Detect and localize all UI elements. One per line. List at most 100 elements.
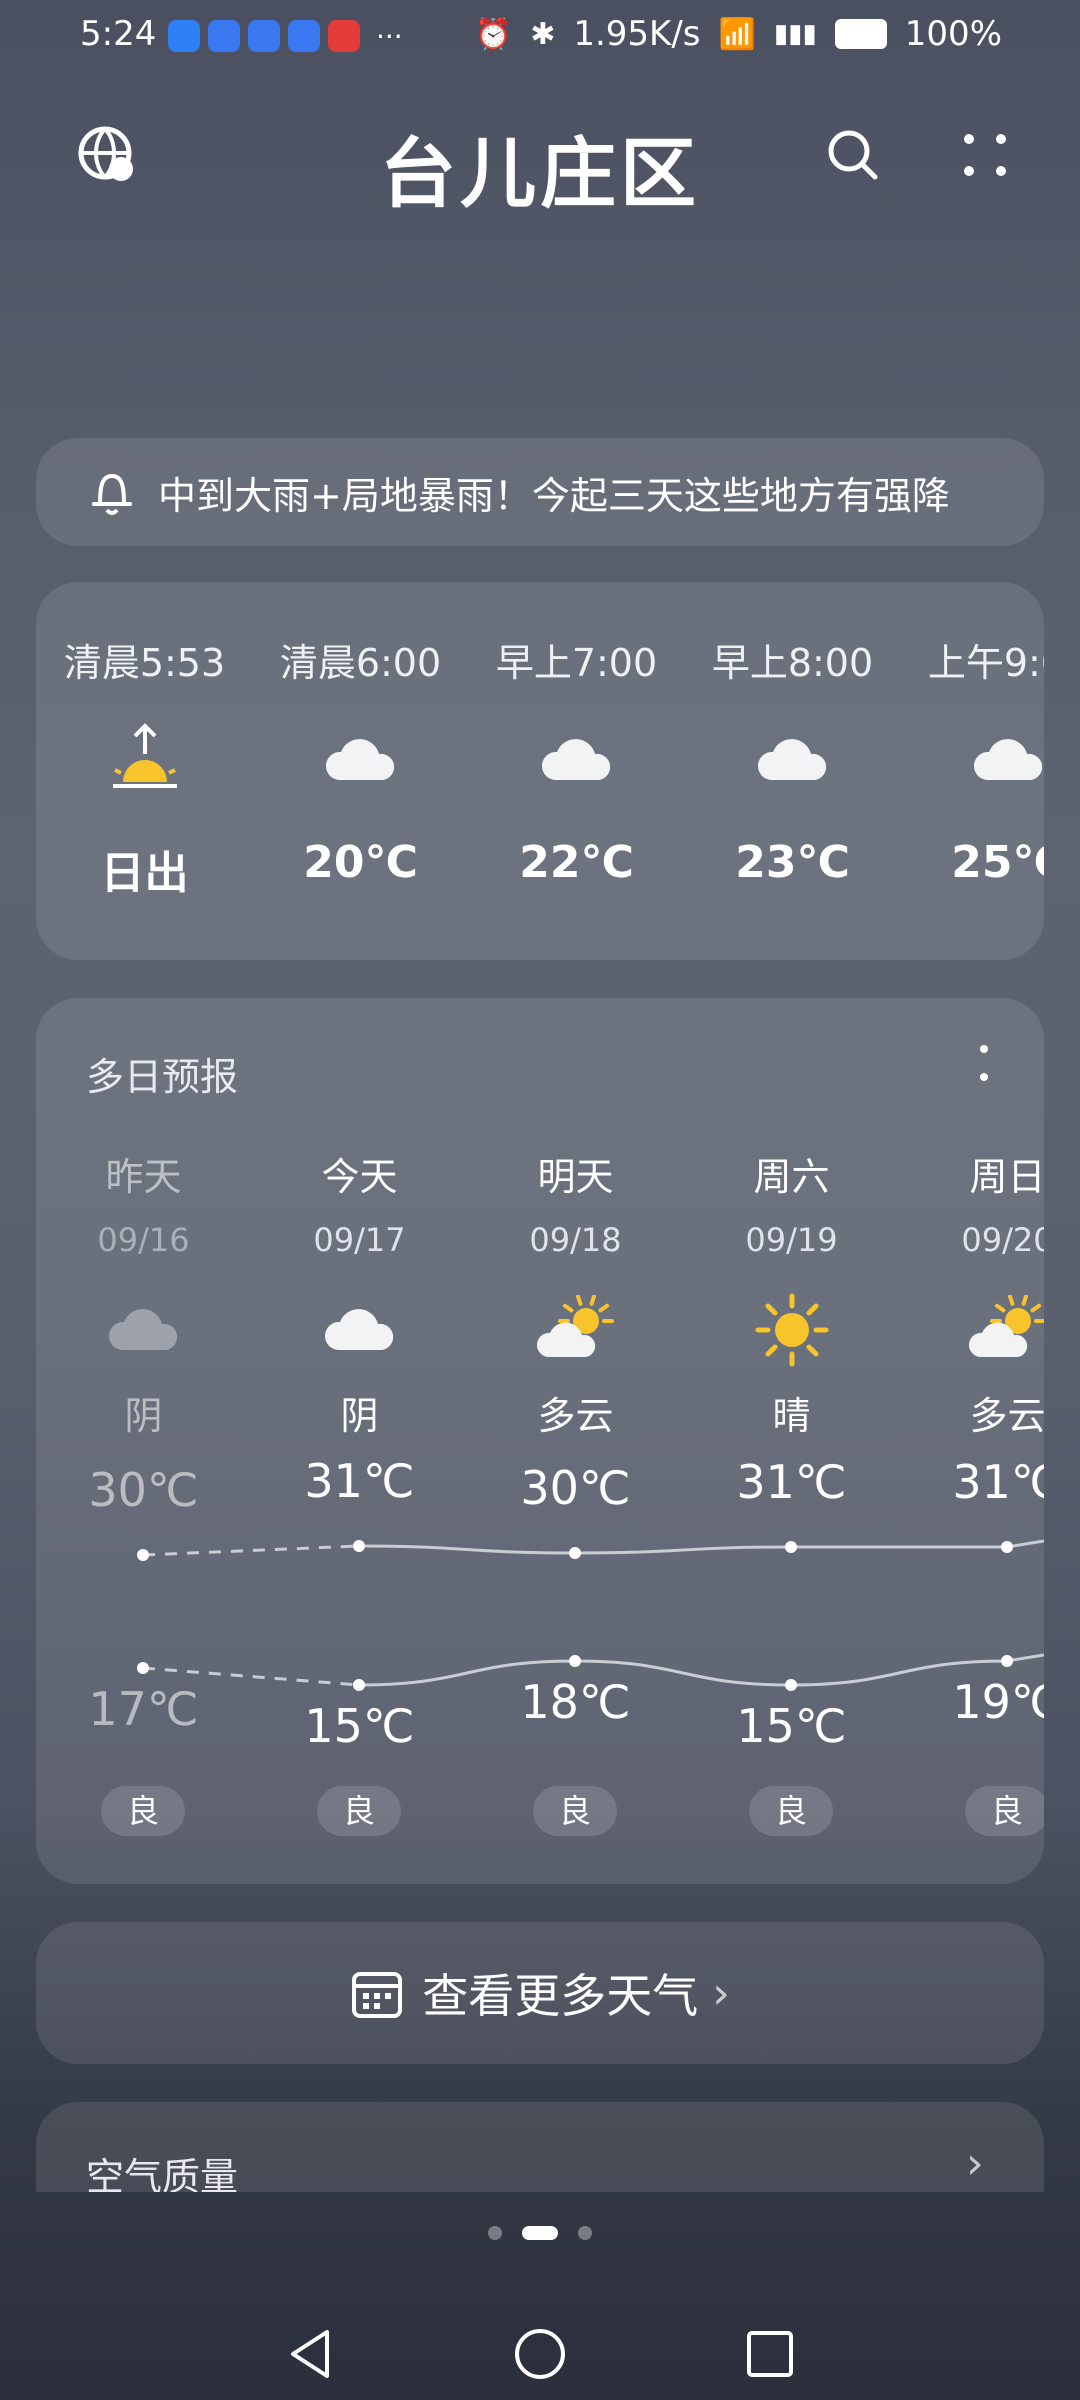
page-dot bbox=[522, 2226, 558, 2240]
forecast-condition: 多云 bbox=[537, 1394, 614, 1438]
forecast-low-temp: 19℃ bbox=[952, 1675, 1044, 1729]
aqi-badge: 良 bbox=[101, 1786, 185, 1836]
hourly-time: 上午9:00 bbox=[927, 641, 1044, 685]
hourly-value: 25℃ bbox=[951, 837, 1044, 888]
hourly-item: 早上8:00 23℃ bbox=[685, 632, 900, 888]
more-notifications-icon: ··· bbox=[376, 20, 403, 53]
page-dot bbox=[488, 2226, 502, 2240]
aqi-badge: 良 bbox=[533, 1786, 617, 1836]
back-button[interactable] bbox=[270, 2314, 350, 2394]
forecast-day-name: 明天 bbox=[537, 1155, 614, 1199]
aqi-badge: 良 bbox=[965, 1786, 1044, 1836]
overcast-icon bbox=[252, 1285, 467, 1375]
baidu-app-icon bbox=[248, 20, 280, 52]
alert-text: 中到大雨+局地暴雨！今起三天这些地方有强降 bbox=[158, 473, 950, 518]
low-temp-line-point bbox=[1001, 1655, 1013, 1667]
alarm-icon: ⏰ bbox=[474, 16, 513, 52]
page-indicator bbox=[0, 2226, 1080, 2240]
home-circle-icon bbox=[515, 2329, 565, 2379]
notification-icons: ··· bbox=[168, 20, 403, 53]
multi-day-forecast-card[interactable]: 多日预报 昨天 09/16 阴 30℃ 17℃ 良今天 09/17 阴 31℃ 15℃ 良明天 09/… bbox=[36, 998, 1044, 1884]
forecast-condition: 阴 bbox=[340, 1394, 379, 1438]
high-temp-line-point bbox=[1001, 1541, 1013, 1553]
forecast-date: 09/20 bbox=[961, 1221, 1044, 1259]
search-icon bbox=[828, 130, 878, 180]
air-quality-label: 空气质量 bbox=[86, 2155, 239, 2192]
status-time: 5:24 bbox=[80, 14, 157, 54]
chevron-right-icon: › bbox=[712, 1967, 730, 2019]
hourly-value: 20℃ bbox=[303, 837, 418, 888]
more-weather-label: 查看更多天气 bbox=[422, 1969, 699, 2023]
forecast-date: 09/19 bbox=[745, 1221, 838, 1259]
hourly-item: 清晨5:53 日出 bbox=[37, 632, 252, 901]
high-temp-line-point bbox=[785, 1541, 797, 1553]
low-temp-line-point bbox=[137, 1662, 149, 1674]
grid-dots-icon bbox=[964, 134, 1006, 176]
forecast-low-temp: 15℃ bbox=[304, 1699, 415, 1753]
city-title: 台儿庄区 bbox=[380, 129, 700, 218]
battery-level: 100% bbox=[904, 14, 1002, 54]
status-right: ⏰ ✱ 1.95K/s 📶 ▮▮▮ 100% bbox=[475, 14, 1002, 54]
high-temp-line-point bbox=[569, 1547, 581, 1559]
aqi-badge: 良 bbox=[749, 1786, 833, 1836]
high-temp-line-point bbox=[137, 1549, 149, 1561]
forecast-condition: 阴 bbox=[124, 1394, 163, 1438]
forecast-day: 明天 09/18 多云 bbox=[468, 1146, 683, 1440]
hourly-time: 早上7:00 bbox=[495, 641, 658, 685]
home-button[interactable] bbox=[500, 2314, 580, 2394]
forecast-date: 09/16 bbox=[97, 1221, 190, 1259]
partly-cloudy-icon bbox=[900, 1285, 1044, 1375]
book-app-icon bbox=[328, 20, 360, 52]
forecast-day-name: 周日 bbox=[969, 1155, 1044, 1199]
chevron-right-icon: › bbox=[966, 2138, 984, 2189]
forecast-date: 09/18 bbox=[529, 1221, 622, 1259]
navigation-bar bbox=[0, 2300, 1080, 2400]
baidu-app-icon bbox=[288, 20, 320, 52]
cloudy-icon bbox=[685, 715, 900, 805]
forecast-day-name: 昨天 bbox=[105, 1155, 182, 1199]
forecast-high-temp: 31℃ bbox=[952, 1455, 1044, 1509]
forecast-low-temp: 15℃ bbox=[736, 1699, 847, 1753]
forecast-condition: 多云 bbox=[969, 1394, 1044, 1438]
weather-alert-card[interactable]: 中到大雨+局地暴雨！今起三天这些地方有强降 bbox=[36, 438, 1044, 546]
bell-icon bbox=[86, 466, 138, 518]
status-bar: 5:24 ··· ⏰ ✱ 1.95K/s 📶 ▮▮▮ 100% bbox=[0, 0, 1080, 72]
hourly-value: 23℃ bbox=[735, 837, 850, 888]
forecast-day-name: 周六 bbox=[753, 1155, 830, 1199]
hourly-time: 清晨6:00 bbox=[279, 641, 442, 685]
high-temp-line bbox=[358, 1539, 1044, 1555]
more-weather-button[interactable]: 查看更多天气 › bbox=[36, 1922, 1044, 2064]
low-temp-line-point bbox=[785, 1679, 797, 1691]
shield-app-icon bbox=[168, 20, 200, 52]
recents-square-icon bbox=[747, 2331, 793, 2377]
signal-icon: ▮▮▮ bbox=[773, 19, 817, 49]
partly-cloudy-icon bbox=[468, 1285, 683, 1375]
cloudy-icon bbox=[469, 715, 684, 805]
calendar-icon bbox=[352, 1972, 403, 2018]
high-temp-line-point bbox=[353, 1540, 365, 1552]
forecast-day-name: 今天 bbox=[321, 1155, 398, 1199]
back-triangle-icon bbox=[291, 2330, 329, 2378]
hourly-value: 日出 bbox=[100, 848, 189, 899]
sunny-icon bbox=[684, 1285, 899, 1375]
cloudy-icon bbox=[901, 715, 1044, 805]
more-menu-button[interactable] bbox=[950, 120, 1020, 190]
forecast-day: 周日 09/20 多云 bbox=[900, 1146, 1044, 1440]
wifi-icon: 📶 bbox=[718, 16, 756, 52]
forecast-high-temp: 30℃ bbox=[520, 1461, 631, 1515]
search-button[interactable] bbox=[818, 120, 888, 190]
air-quality-card[interactable]: 空气质量 › bbox=[36, 2102, 1044, 2192]
hourly-forecast-card[interactable]: 清晨5:53 日出 清晨6:00 20℃ 早上7:00 22℃ 早上8:00 23℃ 上午9:0… bbox=[36, 582, 1044, 960]
forecast-condition: 晴 bbox=[772, 1394, 811, 1438]
forecast-date: 09/17 bbox=[313, 1221, 406, 1259]
low-temp-line-point bbox=[353, 1679, 365, 1691]
recents-button[interactable] bbox=[730, 2314, 810, 2394]
baidu-app-icon bbox=[208, 20, 240, 52]
forecast-high-temp: 30℃ bbox=[88, 1463, 199, 1517]
forecast-low-temp: 17℃ bbox=[88, 1682, 199, 1736]
hourly-time: 早上8:00 bbox=[711, 641, 874, 685]
hourly-time: 清晨5:53 bbox=[63, 641, 226, 685]
forecast-low-temp: 18℃ bbox=[520, 1675, 631, 1729]
page-dot bbox=[578, 2226, 592, 2240]
forecast-day: 周六 09/19 晴 bbox=[684, 1146, 899, 1440]
